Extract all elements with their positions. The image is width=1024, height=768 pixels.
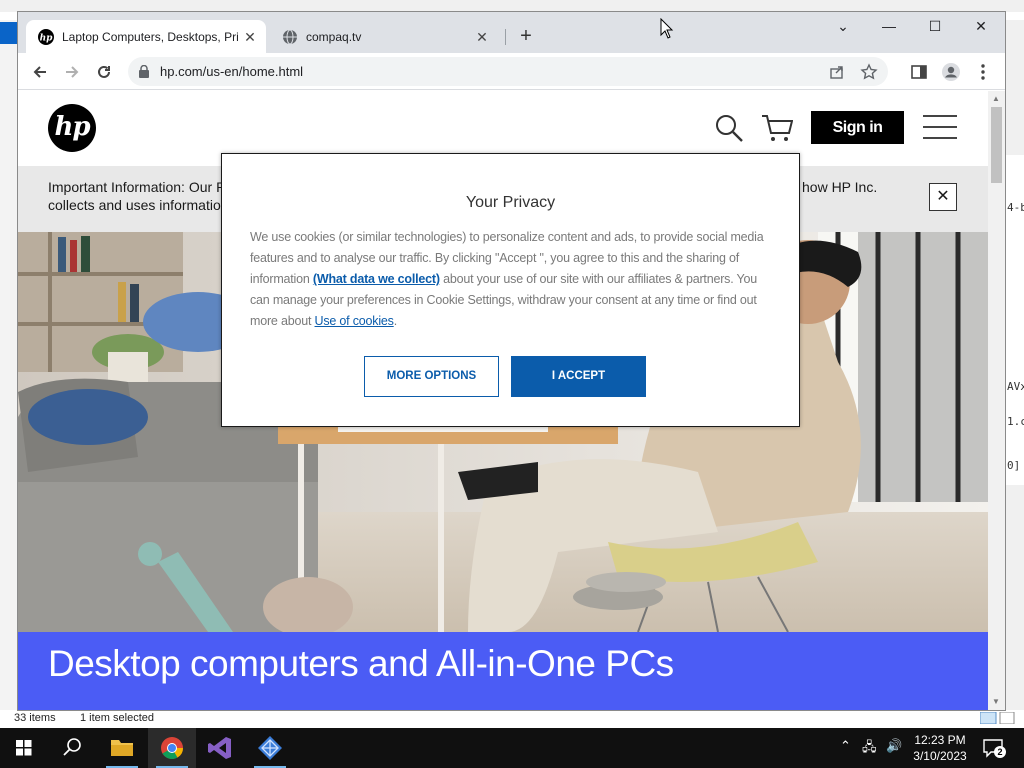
items-count: 33 items	[14, 712, 56, 724]
back-arrow-icon	[33, 66, 46, 78]
reload-button[interactable]	[91, 59, 117, 85]
what-data-link[interactable]: (What data we collect)	[313, 272, 440, 286]
chrome-icon	[161, 737, 183, 759]
side-panel-button[interactable]	[906, 59, 932, 85]
globe-icon	[283, 29, 297, 44]
windows-taskbar: ⌃ 🖧 🔊 12:23 PM 3/10/2023 2	[0, 728, 1024, 768]
search-icon	[63, 738, 81, 756]
profile-avatar-icon	[942, 63, 960, 81]
lock-icon[interactable]	[138, 65, 150, 78]
close-banner-button[interactable]: ✕	[929, 183, 957, 211]
view-toggle-icon[interactable]	[980, 712, 1016, 724]
share-icon[interactable]	[828, 63, 846, 81]
reload-icon	[98, 65, 110, 78]
explorer-status-bar: 33 items 1 item selected	[0, 710, 1024, 728]
accept-button[interactable]: I ACCEPT	[511, 356, 646, 397]
tab-search-icon[interactable]: ⌄	[820, 12, 866, 42]
privacy-dialog: Your Privacy We use cookies (or similar …	[221, 153, 800, 427]
bookmark-star-icon[interactable]	[860, 63, 878, 81]
back-button[interactable]	[27, 59, 53, 85]
scroll-up-icon[interactable]: ▲	[992, 94, 1001, 103]
explorer-preview-pane: 4-b AVx 1.c 0]	[1004, 155, 1024, 485]
clock-date: 3/10/2023	[913, 749, 967, 763]
selected-count: 1 item selected	[80, 712, 154, 724]
hero-title-banner: Desktop computers and All-in-One PCs	[18, 632, 988, 710]
privacy-title: Your Privacy	[465, 194, 556, 211]
app-diamond-icon	[258, 736, 282, 760]
tab-hp-home[interactable]: hp Laptop Computers, Desktops, Pri ✕	[26, 20, 266, 53]
scrollbar-thumb[interactable]	[991, 107, 1002, 183]
preview-text: 4-b	[1007, 201, 1024, 214]
profile-button[interactable]	[938, 59, 964, 85]
chrome-menu-button[interactable]	[970, 59, 996, 85]
tab-title: Laptop Computers, Desktops, Pri	[62, 29, 239, 44]
notification-count-badge: 2	[994, 746, 1006, 758]
url-text: hp.com/us-en/home.html	[160, 64, 304, 79]
mouse-cursor-icon	[660, 18, 674, 39]
taskbar-visual-studio[interactable]	[196, 728, 244, 768]
taskbar-clock[interactable]: 12:23 PM 3/10/2023	[910, 732, 970, 764]
preview-text: 1.c	[1007, 415, 1024, 428]
cart-icon[interactable]	[761, 113, 793, 143]
new-tab-button[interactable]: +	[514, 25, 538, 49]
taskbar-search-button[interactable]	[48, 728, 96, 768]
side-panel-icon	[911, 65, 927, 79]
maximize-button[interactable]: ☐	[912, 12, 958, 42]
use-of-cookies-link[interactable]: Use of cookies	[315, 314, 394, 328]
preview-text: 0]	[1007, 459, 1021, 472]
scroll-down-icon[interactable]: ▼	[992, 697, 1001, 706]
privacy-text: .	[393, 314, 398, 328]
web-page: hp Sign in Important Information: Our P …	[18, 91, 988, 710]
hp-logo[interactable]: hp	[48, 104, 96, 152]
forward-button[interactable]	[59, 59, 85, 85]
browser-toolbar: hp.com/us-en/home.html	[18, 53, 1005, 90]
minimize-button[interactable]: —	[866, 12, 912, 42]
close-window-button[interactable]: ✕	[958, 12, 1004, 42]
volume-icon[interactable]: 🔊	[886, 738, 902, 754]
tab-compaq[interactable]: compaq.tv ✕	[270, 20, 498, 53]
taskbar-app[interactable]	[246, 728, 294, 768]
address-bar[interactable]: hp.com/us-en/home.html	[128, 57, 888, 86]
clock-time: 12:23 PM	[914, 733, 966, 747]
tab-strip: hp Laptop Computers, Desktops, Pri ✕ com…	[18, 12, 1005, 53]
hp-favicon: hp	[38, 28, 54, 45]
forward-arrow-icon	[66, 66, 79, 78]
start-button[interactable]	[0, 728, 48, 768]
taskbar-chrome[interactable]	[148, 728, 196, 768]
hero-title: Desktop computers and All-in-One PCs	[48, 643, 674, 684]
svg-text:hp: hp	[40, 33, 54, 43]
info-text: how HP Inc.	[802, 179, 878, 195]
tray-overflow-icon[interactable]: ⌃	[840, 738, 851, 754]
preview-text: AVx	[1007, 380, 1024, 393]
explorer-selected-item[interactable]	[0, 22, 17, 44]
close-tab-icon[interactable]: ✕	[474, 29, 490, 45]
folder-icon	[111, 740, 133, 756]
page-scrollbar[interactable]: ▲ ▼	[988, 91, 1005, 710]
sign-in-button[interactable]: Sign in	[811, 111, 904, 144]
explorer-nav-pane	[0, 20, 17, 710]
kebab-menu-icon	[981, 64, 985, 80]
more-options-button[interactable]: MORE OPTIONS	[364, 356, 499, 397]
taskbar-file-explorer[interactable]	[98, 728, 146, 768]
notification-center-button[interactable]: 2	[982, 737, 1006, 759]
close-tab-icon[interactable]: ✕	[242, 29, 258, 45]
privacy-body: We use cookies (or similar technologies)…	[250, 227, 774, 332]
chrome-window: hp Laptop Computers, Desktops, Pri ✕ com…	[17, 11, 1006, 711]
tab-title: compaq.tv	[306, 29, 362, 44]
tab-separator	[505, 29, 506, 45]
windows-logo-icon	[16, 740, 32, 756]
menu-hamburger-icon[interactable]	[923, 115, 957, 139]
search-icon[interactable]	[714, 113, 744, 143]
network-icon[interactable]: 🖧	[862, 738, 877, 760]
info-text: Important Information: Our P	[48, 179, 226, 195]
info-text: collects and uses informatio	[48, 197, 221, 213]
visual-studio-icon	[208, 737, 231, 759]
